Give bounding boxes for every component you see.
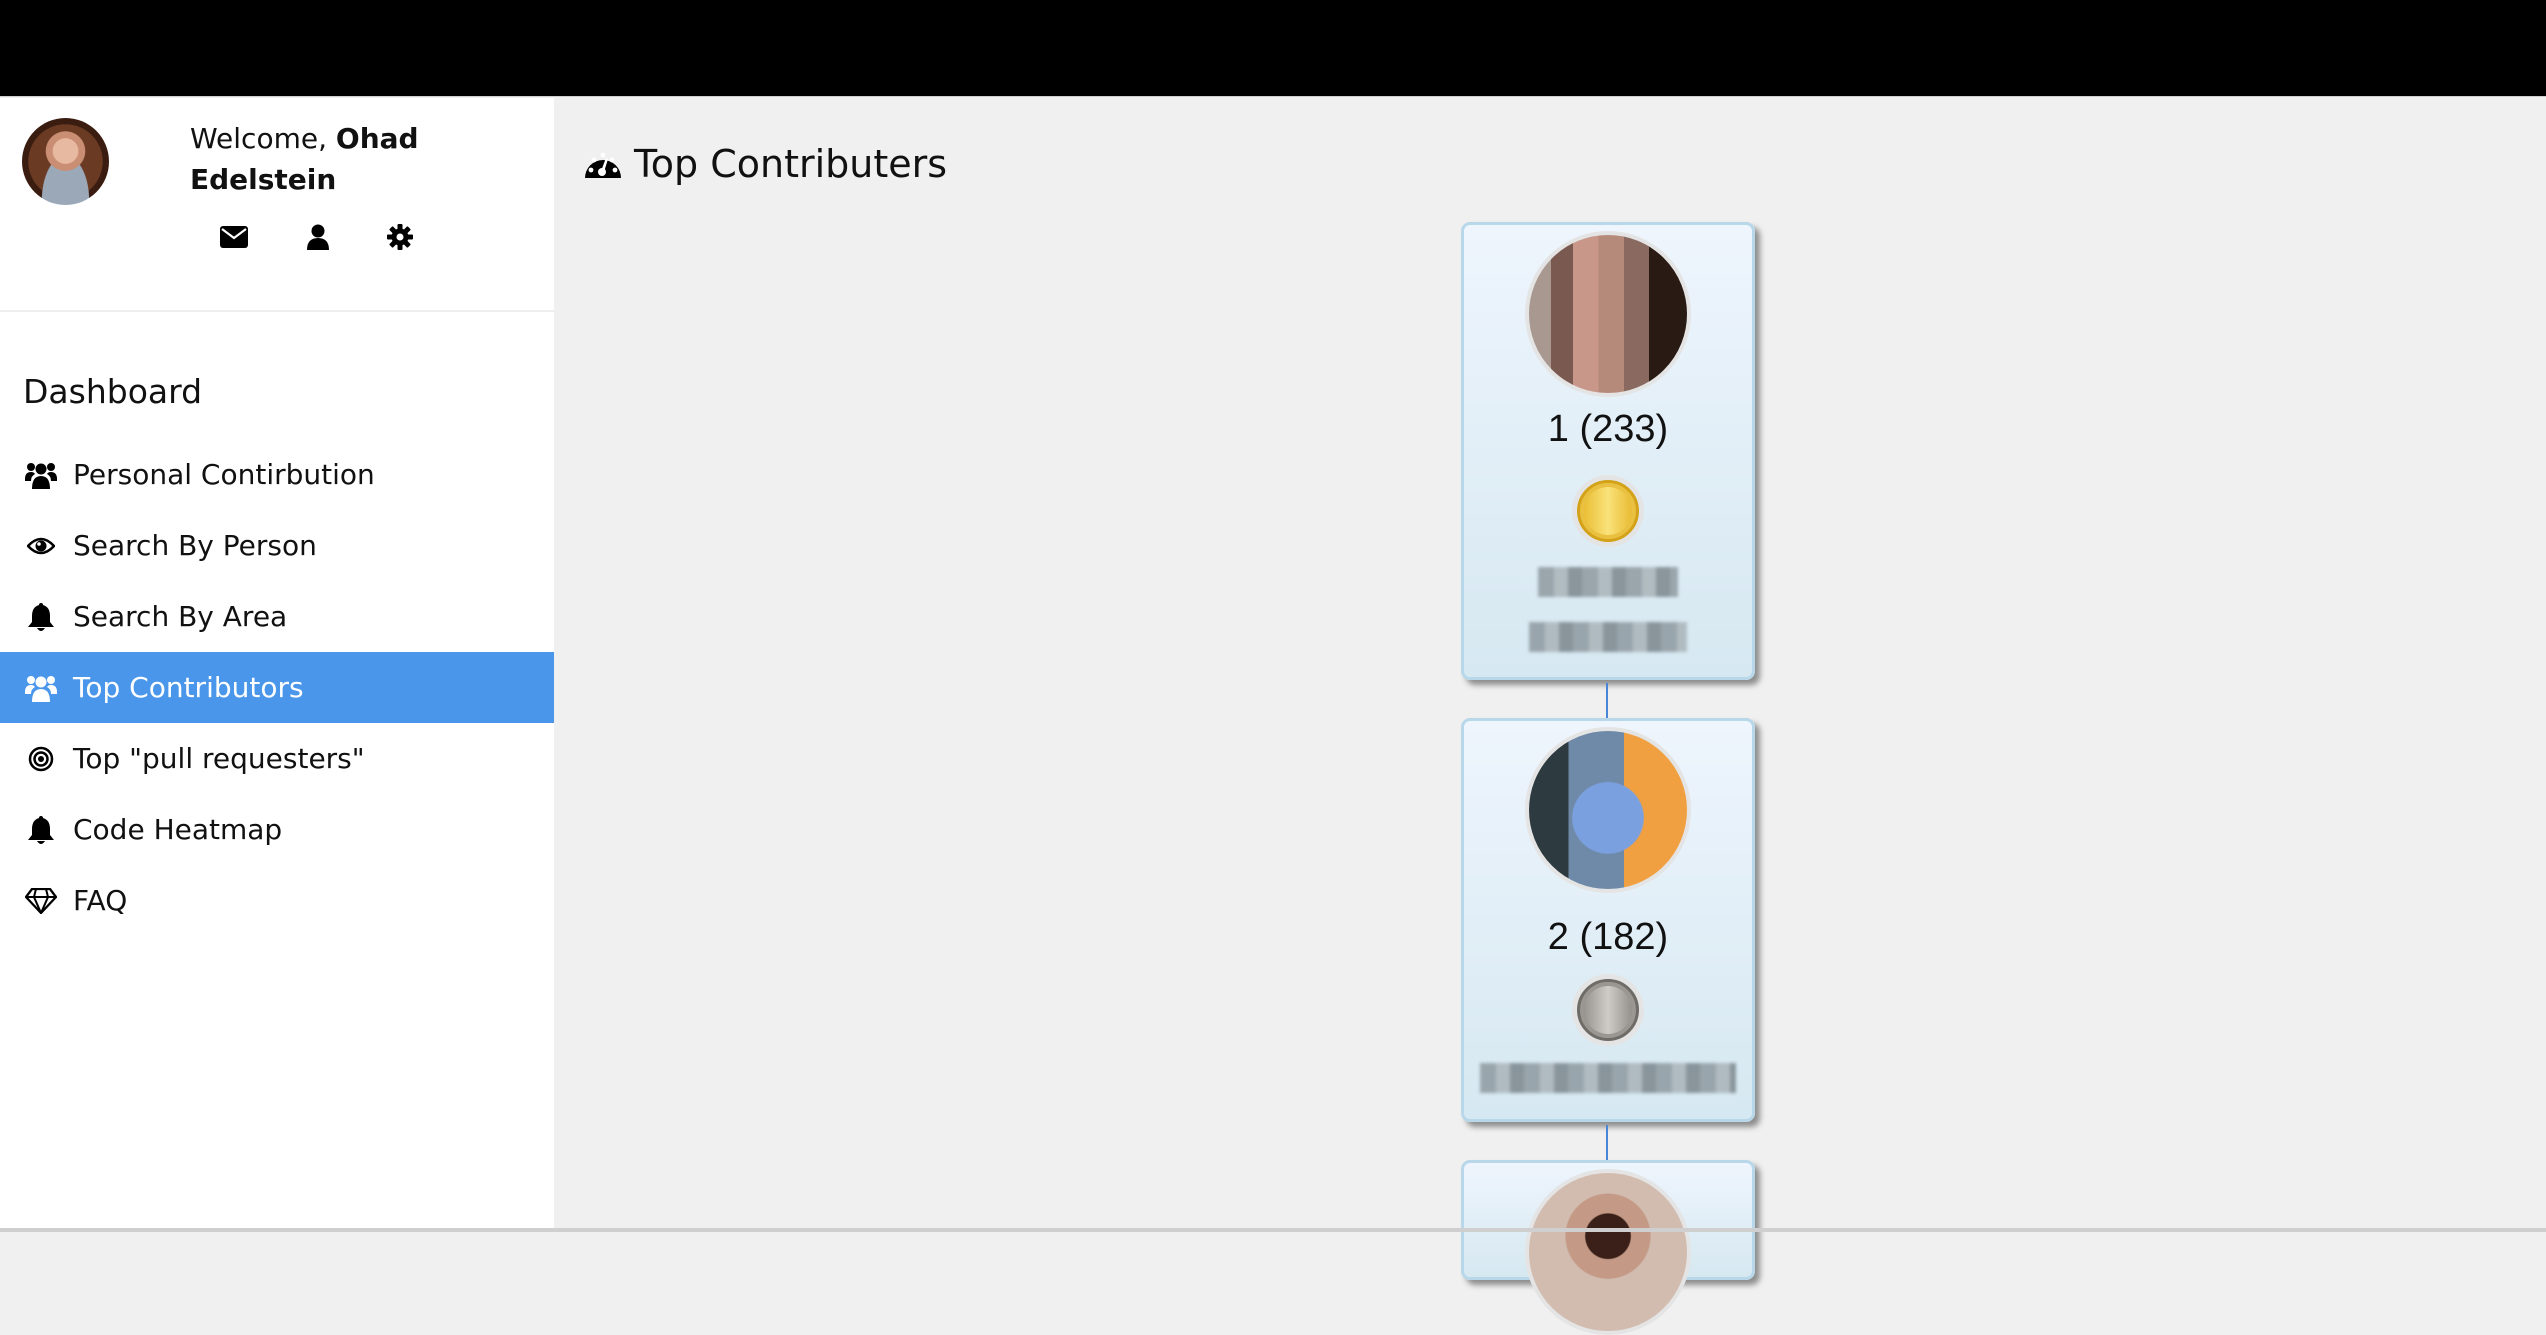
contributor-full-name [1480, 1063, 1736, 1093]
card-connector [1606, 683, 1608, 718]
users-icon [24, 460, 58, 490]
contributor-photo [1525, 1169, 1691, 1335]
welcome-text: Welcome, Ohad Edelstein [190, 118, 450, 200]
contributor-first-name [1538, 567, 1678, 597]
sidebar-item-label: Personal Contirbution [73, 458, 375, 491]
contributor-rank: 1 (233) [1547, 408, 1669, 450]
horizontal-scrollbar[interactable] [0, 1228, 2546, 1232]
contributor-last-name [1529, 622, 1687, 652]
sidebar-item-label: Code Heatmap [73, 813, 283, 846]
sidebar-item-code-heatmap[interactable]: Code Heatmap [0, 794, 554, 865]
bullseye-icon [24, 744, 58, 774]
user-icon[interactable] [303, 222, 333, 252]
bell-icon [24, 602, 58, 632]
sidebar-item-faq[interactable]: FAQ [0, 865, 554, 936]
sidebar-section-title: Dashboard [23, 372, 203, 411]
sidebar-item-label: Search By Person [73, 529, 317, 562]
page-title: Top Contributers [584, 142, 947, 186]
sidebar-item-top-contributors[interactable]: Top Contributors [0, 652, 554, 723]
user-avatar[interactable] [22, 118, 109, 205]
sidebar-menu: Personal Contirbution Search By Person S… [0, 439, 554, 936]
users-icon [24, 673, 58, 703]
contributor-card[interactable]: 2 (182) [1461, 718, 1755, 1122]
top-bar [0, 0, 2546, 97]
diamond-icon [24, 886, 58, 916]
dashboard-gauge-icon [584, 145, 622, 183]
sidebar-item-label: FAQ [73, 884, 128, 917]
gear-icon[interactable] [385, 222, 415, 252]
sidebar-item-personal-contribution[interactable]: Personal Contirbution [0, 439, 554, 510]
sidebar-item-label: Search By Area [73, 600, 288, 633]
card-connector [1606, 1125, 1608, 1160]
sidebar-item-label: Top "pull requesters" [73, 742, 365, 775]
user-actions [0, 222, 554, 252]
contributor-photo [1525, 231, 1691, 397]
contributor-card[interactable]: 1 (233) [1461, 222, 1755, 680]
welcome-prefix: Welcome, [190, 122, 336, 155]
contributor-photo [1525, 727, 1691, 893]
bell-icon [24, 815, 58, 845]
silver-medal-icon [1572, 974, 1644, 1046]
sidebar-item-search-by-area[interactable]: Search By Area [0, 581, 554, 652]
contributor-card[interactable] [1461, 1160, 1755, 1335]
sidebar-item-search-by-person[interactable]: Search By Person [0, 510, 554, 581]
sidebar-item-top-pull-requesters[interactable]: Top "pull requesters" [0, 723, 554, 794]
eye-icon [24, 531, 58, 561]
sidebar-divider [0, 310, 554, 312]
envelope-icon[interactable] [219, 222, 249, 252]
contributor-rank: 2 (182) [1547, 916, 1669, 958]
sidebar-item-label: Top Contributors [73, 671, 304, 704]
gold-medal-icon [1572, 475, 1644, 547]
page-title-text: Top Contributers [634, 142, 948, 186]
